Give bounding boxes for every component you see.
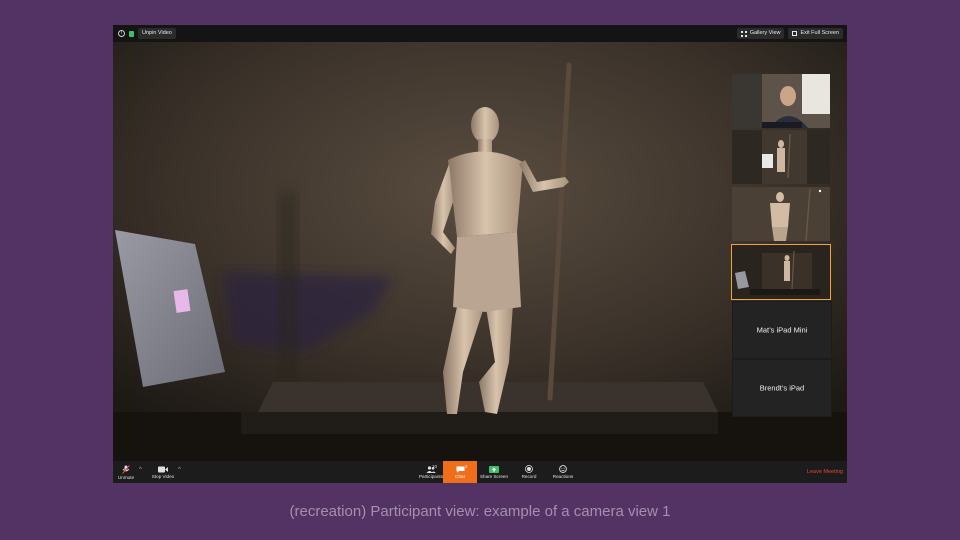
- record-button[interactable]: Record: [516, 461, 542, 483]
- record-label: Record: [521, 474, 537, 479]
- reactions-button[interactable]: Reactions: [548, 461, 578, 483]
- participant-tile-mats-ipad[interactable]: Mat’s iPad Mini: [732, 301, 832, 359]
- audio-options-chevron-icon[interactable]: ^: [139, 467, 142, 473]
- share-screen-label: Share Screen: [479, 473, 509, 479]
- info-icon[interactable]: i: [118, 30, 125, 37]
- lock-icon[interactable]: [129, 30, 134, 37]
- participants-count: 10: [432, 464, 438, 469]
- camera-icon: [158, 466, 168, 472]
- share-screen-icon: [489, 465, 499, 473]
- bottom-toolbar: Unmute ^ Stop Video ^ Participants 10 Ch…: [113, 461, 847, 483]
- chat-button[interactable]: Chat: [443, 461, 477, 483]
- participants-label: Participants: [418, 473, 443, 479]
- gallery-view-label: Gallery View: [749, 30, 781, 36]
- slide-caption: (recreation) Participant view: example o…: [289, 503, 671, 520]
- unpin-video-label: Unpin Video: [142, 30, 172, 36]
- exit-fullscreen-button[interactable]: Exit Full Screen: [788, 28, 843, 39]
- participant-tile-statue-wide[interactable]: [732, 130, 830, 184]
- chat-bubble-icon: [456, 466, 464, 473]
- leave-meeting-button[interactable]: Leave Meeting: [807, 469, 843, 475]
- statue-far-feed: [732, 245, 830, 299]
- statue-wide-feed: [732, 130, 830, 184]
- unpin-video-button[interactable]: Unpin Video: [138, 28, 176, 39]
- record-icon: [525, 465, 533, 473]
- participant-name: Brendt’s iPad: [759, 383, 805, 393]
- share-screen-button[interactable]: Share Screen: [478, 461, 510, 483]
- grid-icon: [740, 30, 747, 37]
- participants-button[interactable]: Participants: [417, 461, 445, 483]
- stop-video-label: Stop Video: [151, 473, 175, 479]
- participant-tile-statue-far[interactable]: [731, 244, 831, 300]
- participant-name: Mat’s iPad Mini: [756, 325, 808, 335]
- exit-fullscreen-label: Exit Full Screen: [800, 30, 839, 36]
- stop-video-button[interactable]: Stop Video: [149, 461, 177, 483]
- video-options-chevron-icon[interactable]: ^: [178, 467, 181, 473]
- statue-close-feed: [732, 187, 830, 241]
- participant-tile-statue-close[interactable]: [732, 187, 830, 241]
- smiley-icon: [559, 465, 567, 473]
- webcam-feed: [732, 74, 830, 128]
- top-bar: i Unpin Video Gallery View Exit Full Scr…: [113, 25, 847, 42]
- unmute-button[interactable]: Unmute: [115, 461, 137, 483]
- chat-label: Chat: [455, 473, 465, 479]
- chat-count: 2: [465, 464, 468, 469]
- fullscreen-icon: [792, 31, 798, 36]
- reactions-label: Reactions: [552, 474, 574, 479]
- participant-tile-webcam[interactable]: [732, 74, 830, 128]
- participant-tile-brendts-ipad[interactable]: Brendt’s iPad: [732, 359, 832, 417]
- muted-mic-icon: [122, 464, 130, 474]
- unmute-label: Unmute: [117, 474, 135, 480]
- main-video: Mat’s iPad Mini Brendt’s iPad: [113, 42, 847, 461]
- gallery-view-button[interactable]: Gallery View: [736, 28, 785, 39]
- meeting-window: i Unpin Video Gallery View Exit Full Scr…: [113, 25, 847, 483]
